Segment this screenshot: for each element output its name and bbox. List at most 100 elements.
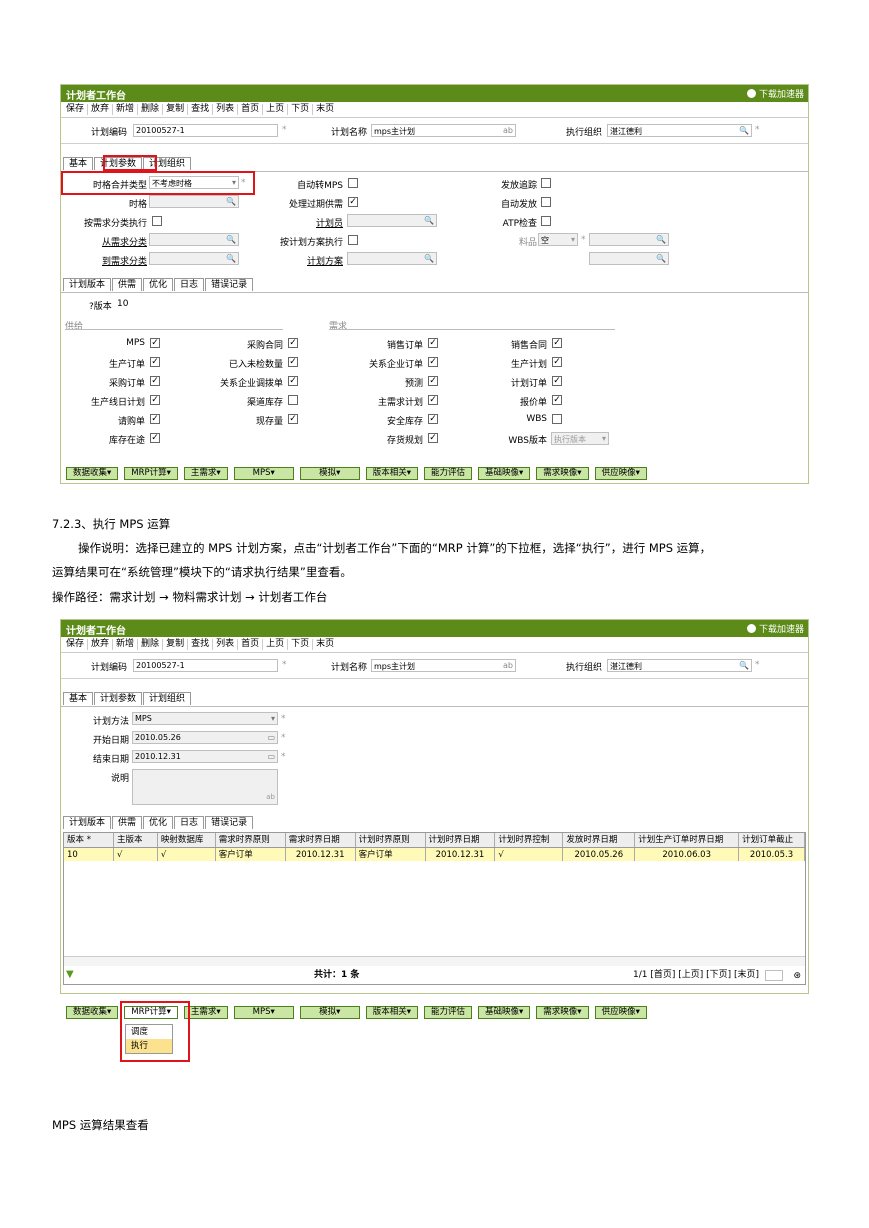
column-header[interactable]: 映射数据库 [158, 833, 216, 847]
menu-last[interactable]: 末页 [313, 104, 337, 115]
col3-checkbox[interactable]: ✓ [428, 414, 438, 424]
col1-checkbox[interactable]: ✓ [150, 395, 160, 405]
base-image-button[interactable]: 基础映像▾ [478, 467, 531, 480]
column-header[interactable]: 计划时界控制 [495, 833, 564, 847]
column-header[interactable]: 发放时界日期 [563, 833, 636, 847]
column-header[interactable]: 计划生产订单时界日期 [635, 833, 740, 847]
menu-find[interactable]: 查找 [188, 639, 214, 650]
menu-first[interactable]: 首页 [238, 104, 264, 115]
tab-basic[interactable]: 基本 [63, 692, 94, 705]
column-header[interactable]: 需求时界原则 [216, 833, 286, 847]
col2-checkbox[interactable] [288, 395, 298, 405]
wbs-version-select[interactable]: 执行版本 ▾ [551, 432, 609, 445]
tab-basic[interactable]: 基本 [63, 157, 94, 170]
menu-first[interactable]: 首页 [238, 639, 264, 650]
col2-checkbox[interactable]: ✓ [288, 338, 298, 348]
download-link[interactable]: 下载加速器 [746, 87, 804, 100]
mps-button[interactable]: MPS▾ [233, 467, 294, 480]
col3-checkbox[interactable]: ✓ [428, 433, 438, 443]
col4-checkbox[interactable]: ✓ [552, 338, 562, 348]
menu-new[interactable]: 新增 [113, 104, 139, 115]
menu-next[interactable]: 下页 [288, 104, 314, 115]
menu-prev[interactable]: 上页 [263, 104, 289, 115]
data-collect-button[interactable]: 数据收集▾ [66, 467, 119, 480]
tab-plan-org[interactable]: 计划组织 [143, 692, 192, 705]
supply-image-button[interactable]: 供应映像▾ [594, 1006, 647, 1019]
data-collect-button[interactable]: 数据收集▾ [66, 1006, 119, 1019]
version-button[interactable]: 版本相关▾ [365, 1006, 418, 1019]
menu-find[interactable]: 查找 [188, 104, 214, 115]
tab-errors[interactable]: 错误记录 [205, 278, 254, 291]
tab-optimize[interactable]: 优化 [143, 816, 174, 829]
tab-plan-version[interactable]: 计划版本 [63, 816, 112, 829]
page-input[interactable] [765, 970, 783, 981]
to-kind-label[interactable]: 到需求分类 [61, 254, 147, 267]
item-input[interactable]: 🔍 [589, 233, 669, 246]
menu-prev[interactable]: 上页 [263, 639, 289, 650]
main-demand-button[interactable]: 主需求▾ [183, 467, 228, 480]
from-kind-input[interactable]: 🔍 [149, 233, 239, 246]
mps-button[interactable]: MPS▾ [233, 1006, 294, 1019]
main-demand-button[interactable]: 主需求▾ [183, 1006, 228, 1019]
code-input[interactable]: 20100527-1 [133, 659, 278, 672]
byplan-checkbox[interactable] [348, 235, 358, 245]
column-header[interactable]: 需求时界日期 [286, 833, 356, 847]
column-header[interactable]: 计划时界日期 [426, 833, 496, 847]
column-header[interactable]: 计划时界原则 [356, 833, 426, 847]
menu-save[interactable]: 保存 [63, 104, 89, 115]
start-date-input[interactable]: 2010.05.26 ▭ [132, 731, 278, 744]
capacity-button[interactable]: 能力评估 [423, 467, 472, 480]
grid-input[interactable]: 🔍 [149, 195, 239, 208]
tab-errors[interactable]: 错误记录 [205, 816, 254, 829]
col4-checkbox[interactable] [552, 414, 562, 424]
to-kind-input[interactable]: 🔍 [149, 252, 239, 265]
tab-plan-params[interactable]: 计划参数 [94, 692, 143, 705]
column-header[interactable]: 计划订单截止 [739, 833, 805, 847]
mrp-calc-button[interactable]: MRP计算▾ [124, 467, 178, 480]
col4-checkbox[interactable]: ✓ [552, 395, 562, 405]
menu-delete[interactable]: 删除 [138, 104, 164, 115]
menu-list[interactable]: 列表 [213, 639, 239, 650]
col3-checkbox[interactable]: ✓ [428, 376, 438, 386]
method-select[interactable]: MPS ▾ [132, 712, 278, 725]
supply-image-button[interactable]: 供应映像▾ [594, 467, 647, 480]
code-input[interactable]: 20100527-1 [133, 124, 278, 137]
col1-checkbox[interactable]: ✓ [150, 414, 160, 424]
tab-log[interactable]: 日志 [174, 278, 205, 291]
menu-save[interactable]: 保存 [63, 639, 89, 650]
menu-list[interactable]: 列表 [213, 104, 239, 115]
tab-optimize[interactable]: 优化 [143, 278, 174, 291]
demand-image-button[interactable]: 需求映像▾ [536, 467, 589, 480]
menu-new[interactable]: 新增 [113, 639, 139, 650]
col4-checkbox[interactable]: ✓ [552, 357, 562, 367]
menu-discard[interactable]: 放弃 [88, 639, 114, 650]
from-kind-label[interactable]: 从需求分类 [61, 235, 147, 248]
item-input-2[interactable]: 🔍 [589, 252, 669, 265]
simulate-button[interactable]: 模拟▾ [299, 467, 360, 480]
planner-input[interactable]: 🔍 [347, 214, 437, 227]
note-textarea[interactable]: ab [132, 769, 278, 805]
col3-checkbox[interactable]: ✓ [428, 395, 438, 405]
col2-checkbox[interactable]: ✓ [288, 357, 298, 367]
org-input[interactable]: 湛江德利 🔍 [607, 124, 752, 137]
planscheme-label[interactable]: 计划方案 [261, 254, 343, 267]
menu-delete[interactable]: 删除 [138, 639, 164, 650]
column-header[interactable]: 主版本 [114, 833, 158, 847]
tab-log[interactable]: 日志 [174, 816, 205, 829]
menu-copy[interactable]: 复制 [163, 639, 189, 650]
name-input[interactable]: mps主计划 ab [371, 124, 516, 137]
base-image-button[interactable]: 基础映像▾ [478, 1006, 531, 1019]
org-input[interactable]: 湛江德利 🔍 [607, 659, 752, 672]
col4-checkbox[interactable]: ✓ [552, 376, 562, 386]
version-button[interactable]: 版本相关▾ [365, 467, 418, 480]
menu-last[interactable]: 末页 [313, 639, 337, 650]
col1-checkbox[interactable]: ✓ [150, 376, 160, 386]
autorelease-checkbox[interactable] [541, 197, 551, 207]
grid-pager[interactable]: 1/1 [首页] [上页] [下页] [末页] [633, 967, 759, 980]
menu-copy[interactable]: 复制 [163, 104, 189, 115]
demand-image-button[interactable]: 需求映像▾ [536, 1006, 589, 1019]
capacity-button[interactable]: 能力评估 [423, 1006, 472, 1019]
col3-checkbox[interactable]: ✓ [428, 338, 438, 348]
download-link[interactable]: 下载加速器 [746, 622, 804, 635]
bykind-checkbox[interactable] [152, 216, 162, 226]
